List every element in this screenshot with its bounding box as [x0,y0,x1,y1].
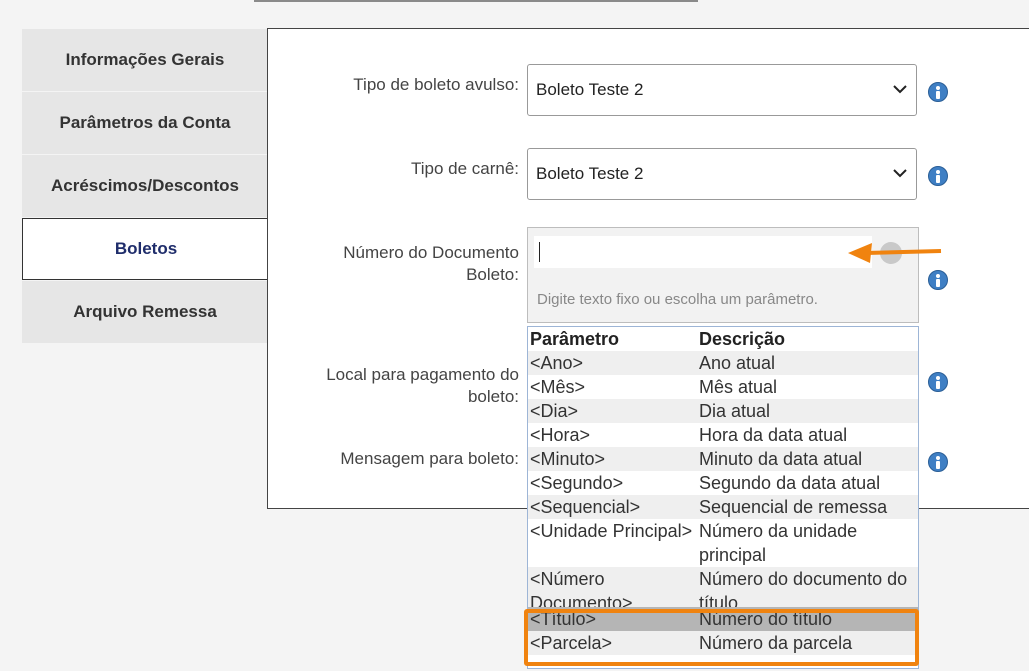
tab-label: Parâmetros da Conta [59,113,231,132]
row-param: <Segundo> [530,473,624,493]
info-icon[interactable] [928,452,948,472]
chevron-down-icon [893,85,907,94]
row-desc: Minuto da data atual [699,449,863,469]
local-pagamento-label-line2: boleto: [467,387,519,406]
row-desc: Número do documento do título [699,569,908,607]
top-divider [254,0,698,2]
row-desc: Ano atual [699,353,776,373]
tab-label: Informações Gerais [65,50,225,69]
header-descricao: Descrição [699,329,786,349]
row-desc: Número do título [699,609,833,629]
numero-doc-hint: Digite texto fixo ou escolha um parâmetr… [537,291,818,308]
local-pagamento-label: Local para pagamento do boleto: [259,364,519,408]
info-icon[interactable] [928,166,948,186]
row-desc: Número da parcela [699,633,853,653]
numero-doc-label: Número do Documento Boleto: [259,242,519,286]
row-param: <Minuto> [530,449,606,469]
tab-label: Boletos [114,239,178,258]
row-desc: Sequencial de remessa [699,497,888,517]
tipo-carne-select[interactable]: Boleto Teste 2 [527,148,917,200]
info-icon[interactable] [928,270,948,290]
row-param: <Parcela> [530,633,613,653]
tab-informacoes-gerais[interactable]: Informações Gerais [22,29,268,91]
row-param: <Título> [530,609,597,629]
table-row[interactable]: <Minuto> Minuto da data atual [528,447,918,471]
row-param: <Número Documento> [530,569,633,607]
arrow-left-icon [848,243,942,263]
tipo-carne-value: Boleto Teste 2 [536,164,644,183]
sidebar-tabs: Informações Gerais Parâmetros da Conta A… [22,29,269,344]
numero-doc-label-line1: Número do Documento [343,243,519,262]
row-param: <Unidade Principal> [530,521,693,541]
table-row[interactable]: <Parcela> Número da parcela [528,631,918,655]
row-desc: Número da unidade principal [699,521,858,565]
table-row[interactable]: <Número Documento> Número do documento d… [528,567,918,607]
table-row[interactable]: <Segundo> Segundo da data atual [528,471,918,495]
table-header: Parâmetro Descrição [528,327,918,351]
tab-acrescimos-descontos[interactable]: Acréscimos/Descontos [22,155,268,217]
row-param: <Dia> [530,401,579,421]
table-row[interactable]: <Unidade Principal> Número da unidade pr… [528,519,918,567]
tab-boletos[interactable]: Boletos [22,218,269,280]
table-row[interactable]: <Dia> Dia atual [528,399,918,423]
row-desc: Hora da data atual [699,425,848,445]
tipo-boleto-value: Boleto Teste 2 [536,80,644,99]
row-param: <Hora> [530,425,591,445]
mensagem-label: Mensagem para boleto: [340,449,519,468]
tab-label: Acréscimos/Descontos [50,176,240,195]
row-param: <Ano> [530,353,584,373]
table-row[interactable]: <Sequencial> Sequencial de remessa [528,495,918,519]
tipo-boleto-select[interactable]: Boleto Teste 2 [527,64,917,116]
chevron-down-icon [893,169,907,178]
text-caret [539,242,540,262]
numero-doc-label-line2: Boleto: [466,265,519,284]
numero-doc-input[interactable] [534,236,872,268]
tab-arquivo-remessa[interactable]: Arquivo Remessa [22,281,268,343]
tab-label: Arquivo Remessa [73,302,217,321]
header-parametro: Parâmetro [530,329,620,349]
row-desc: Dia atual [699,401,771,421]
row-desc: Segundo da data atual [699,473,881,493]
row-param: <Sequencial> [530,497,641,517]
table-row[interactable]: <Ano> Ano atual [528,351,918,375]
tipo-boleto-label: Tipo de boleto avulso: [353,75,519,94]
row-param: <Mês> [530,377,586,397]
info-icon[interactable] [928,82,948,102]
tipo-carne-label: Tipo de carnê: [410,159,519,178]
info-icon[interactable] [928,372,948,392]
row-desc: Mês atual [699,377,778,397]
parameter-dropdown: Parâmetro Descrição <Ano> Ano atual <Mês… [527,326,919,669]
table-row[interactable]: <Hora> Hora da data atual [528,423,918,447]
local-pagamento-label-line1: Local para pagamento do [326,365,519,384]
table-row-selected[interactable]: <Título> Número do título [528,607,918,631]
tab-parametros-conta[interactable]: Parâmetros da Conta [22,92,268,154]
table-row[interactable]: <Mês> Mês atual [528,375,918,399]
